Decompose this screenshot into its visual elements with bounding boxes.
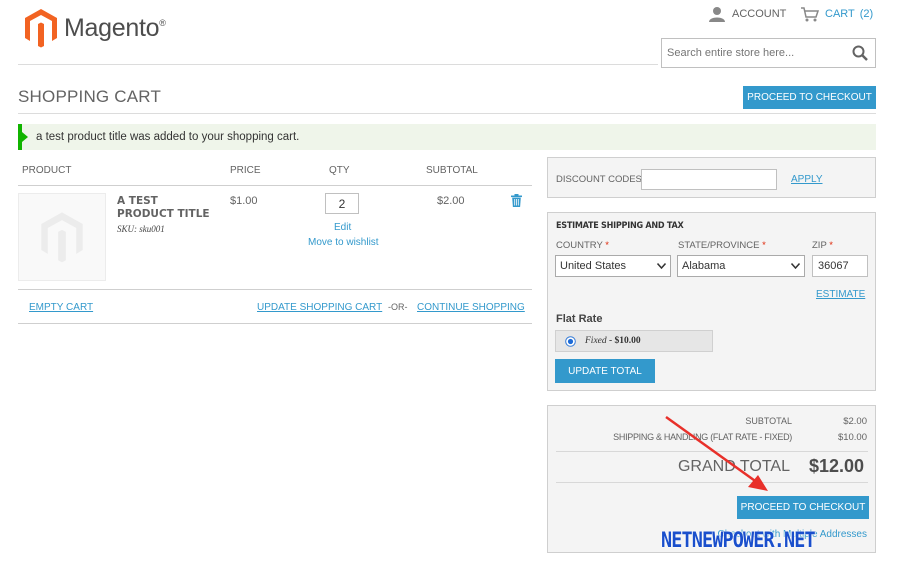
- country-label-text: COUNTRY: [556, 240, 603, 251]
- table-item-divider: [18, 289, 532, 290]
- state-select[interactable]: Alabama: [677, 255, 805, 277]
- table-bottom-divider: [18, 323, 532, 324]
- country-select[interactable]: United States: [555, 255, 671, 277]
- product-placeholder-icon: [41, 212, 83, 263]
- chevron-down-icon: [791, 263, 800, 269]
- edit-link[interactable]: Edit: [334, 222, 351, 233]
- product-name-line2: PRODUCT TITLE: [117, 208, 210, 220]
- logo-registered: ®: [159, 18, 166, 28]
- search-box[interactable]: [661, 38, 876, 68]
- totals-divider-1: [556, 451, 868, 452]
- product-image[interactable]: [18, 193, 106, 281]
- apply-discount-link[interactable]: APPLY: [791, 174, 823, 185]
- account-link[interactable]: ACCOUNT: [708, 6, 786, 22]
- success-message-text: a test product title was added to your s…: [36, 131, 300, 143]
- trash-icon[interactable]: [511, 194, 522, 207]
- magento-logo[interactable]: Magento ®: [24, 6, 174, 50]
- discount-panel: DISCOUNT CODES APPLY: [547, 157, 876, 198]
- shipping-total-label: SHIPPING & HANDLING (FLAT RATE - FIXED): [613, 432, 792, 442]
- header-price: PRICE: [230, 165, 261, 176]
- product-name-line1: A TEST: [117, 195, 158, 207]
- zip-required-mark: *: [829, 240, 833, 251]
- empty-cart-link[interactable]: EMPTY CART: [29, 302, 93, 313]
- state-label: STATE/PROVINCE *: [678, 240, 766, 251]
- move-to-wishlist-link[interactable]: Move to wishlist: [308, 237, 379, 248]
- cart-link[interactable]: CART (2): [800, 6, 873, 22]
- flat-rate-title: Flat Rate: [556, 313, 603, 325]
- country-select-value: United States: [560, 260, 627, 272]
- success-marker-icon: [22, 132, 28, 142]
- header-divider: [18, 64, 658, 65]
- search-input[interactable]: [667, 40, 847, 66]
- title-divider: [18, 113, 876, 114]
- zip-label-text: ZIP: [812, 240, 827, 251]
- product-sku: SKU: sku001: [117, 224, 165, 234]
- grand-total-label: GRAND TOTAL: [677, 458, 790, 475]
- zip-input[interactable]: [812, 255, 868, 277]
- logo-text: Magento: [64, 13, 160, 42]
- proceed-to-checkout-button[interactable]: PROCEED TO CHECKOUT: [737, 496, 869, 519]
- qty-input[interactable]: [325, 193, 359, 214]
- country-label: COUNTRY *: [556, 240, 609, 251]
- radio-selected-icon[interactable]: [565, 336, 576, 347]
- subtotal-label: SUBTOTAL: [745, 416, 792, 426]
- state-required-mark: *: [762, 240, 766, 251]
- cart-label: CART: [825, 8, 855, 20]
- state-label-text: STATE/PROVINCE: [678, 240, 760, 251]
- continue-shopping-link[interactable]: CONTINUE SHOPPING: [417, 302, 525, 313]
- table-header-divider: [18, 185, 532, 186]
- header-qty: QTY: [329, 165, 350, 176]
- cart-count: (2): [859, 8, 874, 20]
- proceed-to-checkout-top-button[interactable]: PROCEED TO CHECKOUT: [743, 86, 876, 109]
- cart-icon: [801, 7, 820, 22]
- shipping-panel: ESTIMATE SHIPPING AND TAX COUNTRY * STAT…: [547, 212, 876, 391]
- chevron-down-icon: [657, 263, 666, 269]
- product-subtotal: $2.00: [437, 195, 465, 207]
- discount-label: DISCOUNT CODES: [556, 174, 642, 185]
- totals-divider-2: [556, 482, 868, 483]
- update-shopping-cart-link[interactable]: UPDATE SHOPPING CART: [257, 302, 382, 313]
- zip-label: ZIP *: [812, 240, 833, 251]
- flat-rate-option[interactable]: Fixed - $10.00: [555, 330, 713, 352]
- account-label: ACCOUNT: [732, 8, 787, 20]
- estimate-link[interactable]: ESTIMATE: [816, 289, 865, 300]
- search-icon[interactable]: [852, 45, 868, 61]
- product-name[interactable]: A TEST PRODUCT TITLE: [117, 195, 210, 221]
- shipping-title: ESTIMATE SHIPPING AND TAX: [556, 221, 684, 231]
- watermark: NETNEWPOWER.NET: [661, 528, 816, 552]
- magento-logo-icon: [25, 9, 57, 48]
- flat-rate-method: Fixed: [585, 336, 607, 346]
- flat-rate-price: - $10.00: [609, 336, 641, 346]
- grand-total-value: $12.00: [808, 456, 864, 476]
- state-select-value: Alabama: [682, 260, 726, 272]
- subtotal-value: $2.00: [843, 416, 867, 427]
- header-subtotal: SUBTOTAL: [426, 165, 478, 176]
- discount-code-input[interactable]: [641, 169, 777, 190]
- shipping-total-value: $10.00: [837, 432, 867, 443]
- account-icon: [709, 7, 725, 22]
- page-title: SHOPPING CART: [18, 87, 162, 106]
- update-total-button[interactable]: UPDATE TOTAL: [555, 359, 655, 383]
- header-product: PRODUCT: [22, 165, 72, 176]
- product-price: $1.00: [230, 195, 258, 207]
- or-separator: -OR-: [388, 302, 408, 312]
- country-required-mark: *: [605, 240, 609, 251]
- success-message: a test product title was added to your s…: [18, 124, 876, 150]
